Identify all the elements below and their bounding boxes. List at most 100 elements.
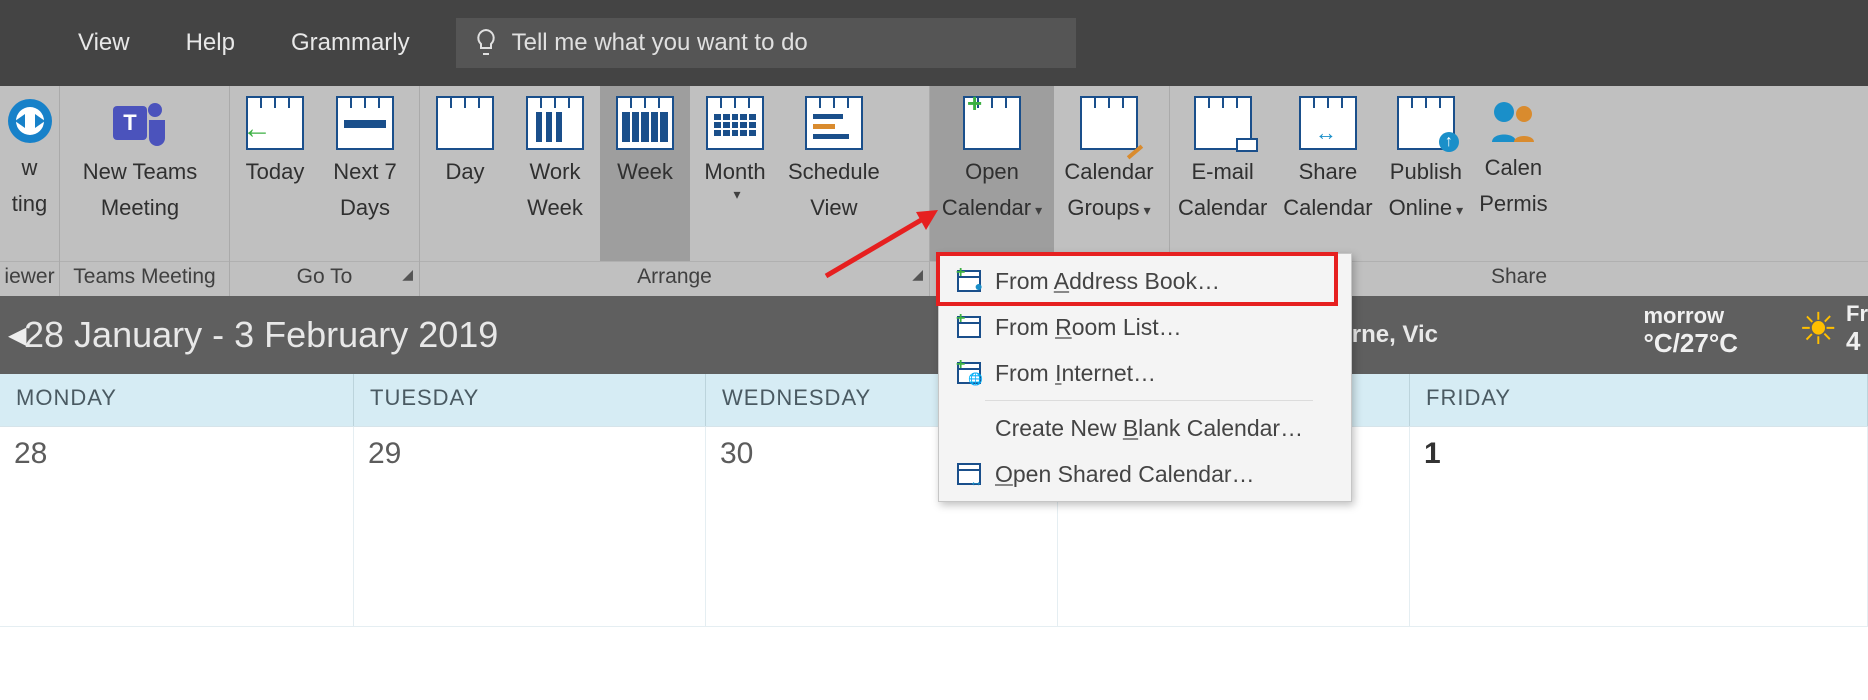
- address-book-icon: +●: [951, 270, 987, 292]
- open-calendar-icon: +: [963, 96, 1021, 150]
- teamviewer-label-2: ting: [12, 190, 47, 218]
- tomorrow-label: morrow: [1644, 304, 1739, 328]
- ribbon: w ting iewer T New Teams Meeting Teams M…: [0, 86, 1868, 296]
- groups-label-1: Calendar: [1064, 158, 1153, 186]
- email-label-1: E-mail: [1191, 158, 1253, 186]
- cell-tue[interactable]: 29: [354, 427, 706, 627]
- from-room-list-item[interactable]: + From Room List…: [939, 304, 1351, 350]
- week-label: Week: [617, 158, 673, 186]
- arrange-launcher-icon[interactable]: ◢: [912, 266, 923, 283]
- internet-icon: +🌐: [951, 362, 987, 384]
- calendar-permissions-button[interactable]: Calen Permis: [1471, 86, 1555, 261]
- open-shared-calendar-item[interactable]: ↔ Open Shared Calendar…: [939, 451, 1351, 497]
- create-blank-calendar-item[interactable]: Create New Blank Calendar…: [939, 405, 1351, 451]
- group-label-goto: Go To◢: [230, 261, 419, 296]
- next7-icon: [336, 96, 394, 150]
- ribbon-group-teamviewer: w ting iewer: [0, 86, 60, 296]
- svg-text:T: T: [123, 110, 137, 135]
- header-friday: FRIDAY: [1410, 374, 1868, 426]
- goto-launcher-icon[interactable]: ◢: [402, 266, 413, 283]
- teams-label-2: Meeting: [101, 194, 179, 222]
- weather-tomorrow[interactable]: morrow °C/27°C: [1644, 304, 1739, 359]
- from-address-book-item[interactable]: +● From Address Book…: [939, 258, 1351, 304]
- calendar-header-row: MONDAY TUESDAY WEDNESDAY FRIDAY: [0, 374, 1868, 426]
- month-dropdown-icon[interactable]: ▾: [733, 186, 740, 203]
- workweek-label-1: Work: [530, 158, 581, 186]
- workweek-button[interactable]: Work Week: [510, 86, 600, 261]
- publish-online-button[interactable]: ↑ Publish Online▾: [1381, 86, 1472, 261]
- perm-label-1: Calen: [1485, 154, 1542, 182]
- room-list-icon: +: [951, 316, 987, 338]
- publish-icon: ↑: [1397, 96, 1455, 150]
- schedule-label-2: View: [810, 194, 857, 222]
- week-icon: [616, 96, 674, 150]
- sun-icon: ☀: [1799, 304, 1838, 355]
- calendar-groups-icon: [1080, 96, 1138, 150]
- open-calendar-dropdown: +● From Address Book… + From Room List… …: [938, 253, 1352, 502]
- fri-temp: 4: [1846, 326, 1868, 357]
- schedule-view-button[interactable]: Schedule View: [780, 86, 888, 261]
- today-label: Today: [246, 158, 305, 186]
- open-cal-label-2: Calendar: [942, 195, 1031, 220]
- menu-help[interactable]: Help: [158, 19, 263, 67]
- group-label-arrange: Arrange◢: [420, 261, 929, 296]
- day-icon: [436, 96, 494, 150]
- cell-fri[interactable]: 1: [1410, 427, 1868, 627]
- ribbon-group-teams-meeting: T New Teams Meeting Teams Meeting: [60, 86, 230, 296]
- groups-label-2: Groups: [1067, 195, 1139, 220]
- next7-label-1: Next 7: [333, 158, 397, 186]
- publish-label-2: Online: [1389, 195, 1453, 220]
- publish-label-1: Publish: [1390, 158, 1462, 186]
- calendar-groups-button[interactable]: Calendar Groups ▾: [1054, 86, 1164, 261]
- prev-week-button[interactable]: ◀: [0, 321, 18, 350]
- open-calendar-dropdown-icon[interactable]: ▾: [1035, 202, 1042, 218]
- day-button[interactable]: Day: [420, 86, 510, 261]
- ribbon-group-arrange: Day Work Week Week: [420, 86, 930, 296]
- lightbulb-icon: [474, 28, 498, 58]
- groups-dropdown-icon[interactable]: ▾: [1144, 202, 1151, 218]
- week-button[interactable]: Week: [600, 86, 690, 261]
- next7days-button[interactable]: Next 7 Days: [320, 86, 410, 261]
- header-monday: MONDAY: [0, 374, 354, 426]
- cell-mon[interactable]: 28: [0, 427, 354, 627]
- group-label-teams-meeting: Teams Meeting: [60, 261, 229, 296]
- menu-grammarly[interactable]: Grammarly: [263, 19, 438, 67]
- fri-label: Fr: [1846, 302, 1868, 326]
- publish-dropdown-icon[interactable]: ▾: [1456, 202, 1463, 218]
- email-label-2: Calendar: [1178, 194, 1267, 222]
- share-calendar-button[interactable]: ↔ Share Calendar: [1275, 86, 1380, 261]
- tell-me-placeholder: Tell me what you want to do: [512, 29, 808, 57]
- share-label-2: Calendar: [1283, 194, 1372, 222]
- teams-label-1: New Teams: [83, 158, 198, 186]
- menu-bar: View Help Grammarly Tell me what you wan…: [0, 0, 1868, 86]
- schedule-label-1: Schedule: [788, 158, 880, 186]
- share-calendar-icon: ↔: [1299, 96, 1357, 150]
- calendar-body-row: 28 29 30 1: [0, 426, 1868, 627]
- day-label: Day: [445, 158, 484, 186]
- group-label-teamviewer: iewer: [0, 261, 59, 296]
- email-calendar-icon: [1194, 96, 1252, 150]
- month-label: Month: [704, 158, 765, 186]
- today-icon: ←: [246, 96, 304, 150]
- header-tuesday: TUESDAY: [354, 374, 706, 426]
- share-label-1: Share: [1299, 158, 1358, 186]
- email-calendar-button[interactable]: E-mail Calendar: [1170, 86, 1275, 261]
- new-teams-meeting-button[interactable]: T New Teams Meeting: [60, 86, 220, 261]
- weather-friday[interactable]: ☀ Fr 4: [1799, 302, 1868, 357]
- shared-calendar-label: Open Shared Calendar…: [995, 461, 1255, 488]
- teams-icon: T: [109, 96, 171, 150]
- menu-view[interactable]: View: [50, 19, 158, 67]
- tell-me-search[interactable]: Tell me what you want to do: [456, 18, 1076, 68]
- schedule-icon: [805, 96, 863, 150]
- dropdown-separator: [985, 400, 1313, 401]
- open-calendar-button[interactable]: + Open Calendar▾: [930, 86, 1054, 261]
- today-button[interactable]: ← Today: [230, 86, 320, 261]
- people-icon: [1486, 96, 1540, 146]
- from-internet-item[interactable]: +🌐 From Internet…: [939, 350, 1351, 396]
- next7-label-2: Days: [340, 194, 390, 222]
- teamviewer-icon: [5, 96, 55, 146]
- teamviewer-button[interactable]: w ting: [0, 86, 59, 261]
- internet-label: From Internet…: [995, 360, 1156, 387]
- open-cal-label-1: Open: [965, 158, 1019, 186]
- month-button[interactable]: Month ▾: [690, 86, 780, 261]
